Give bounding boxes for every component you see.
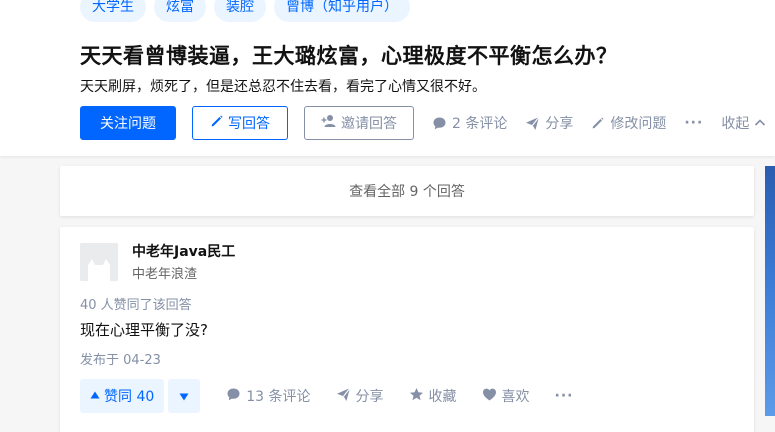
downvote-button[interactable] <box>168 379 201 413</box>
question-comments-label: 2 条评论 <box>452 116 508 132</box>
topic-tags: 大学生 炫富 装腔 曾博（知乎用户） <box>80 0 410 22</box>
triangle-down-icon <box>179 387 189 406</box>
follow-question-label: 关注问题 <box>100 116 156 132</box>
view-all-answers-label: 查看全部 9 个回答 <box>349 184 465 200</box>
triangle-up-icon <box>90 388 100 404</box>
edit-question-label: 修改问题 <box>610 116 667 132</box>
question-header: 大学生 炫富 装腔 曾博（知乎用户） 天天看曾博装逼，王大璐炫富，心理极度不平衡… <box>0 0 775 156</box>
follow-question-button[interactable]: 关注问题 <box>80 106 176 140</box>
answer-more-button[interactable]: ··· <box>555 388 574 404</box>
topic-tag[interactable]: 大学生 <box>80 0 146 22</box>
question-actions: 关注问题 写回答 邀请回答 2 条评论 分享 修改问题 ··· 收起 <box>80 106 766 140</box>
topic-tag[interactable]: 炫富 <box>154 0 206 22</box>
answer-actions: 赞同 40 13 条评论 分享 收藏 喜欢 ··· <box>80 379 574 413</box>
star-icon <box>409 387 424 406</box>
write-answer-label: 写回答 <box>228 116 270 132</box>
add-person-icon <box>321 114 337 132</box>
heart-icon <box>482 387 497 406</box>
question-detail: 天天刷屏，烦死了，但是还总忍不住去看，看完了心情又很不好。 <box>80 79 486 95</box>
like-button[interactable]: 喜欢 <box>482 386 530 406</box>
like-label: 喜欢 <box>501 389 530 405</box>
invite-answer-button[interactable]: 邀请回答 <box>304 106 414 140</box>
answer-comments-button[interactable]: 13 条评论 <box>226 386 311 406</box>
answer-share-button[interactable]: 分享 <box>336 386 384 406</box>
answer-card: 中老年Java民工 中老年浪渣 40 人赞同了该回答 现在心理平衡了没? 发布于… <box>60 227 754 432</box>
upvote-label: 赞同 40 <box>104 389 155 405</box>
answer-share-label: 分享 <box>355 389 384 405</box>
favorite-label: 收藏 <box>428 389 457 405</box>
avatar[interactable] <box>80 243 118 281</box>
share-icon <box>336 387 351 406</box>
sidebar-banner-image[interactable] <box>765 166 775 416</box>
author-bio: 中老年浪渣 <box>132 267 198 282</box>
question-share-label: 分享 <box>545 116 574 132</box>
answer-content: 现在心理平衡了没? <box>80 321 208 339</box>
edit-question-button[interactable]: 修改问题 <box>591 113 666 133</box>
share-icon <box>525 116 540 131</box>
more-icon: ··· <box>684 115 704 131</box>
question-comments-button[interactable]: 2 条评论 <box>432 113 507 133</box>
vote-count-info: 40 人赞同了该回答 <box>80 298 192 313</box>
question-share-button[interactable]: 分享 <box>525 113 573 133</box>
author-name[interactable]: 中老年Java民工 <box>132 241 235 261</box>
more-icon: ··· <box>554 388 574 404</box>
upvote-button[interactable]: 赞同 40 <box>80 379 165 413</box>
answer-comments-label: 13 条评论 <box>246 389 311 405</box>
comment-icon <box>432 116 447 131</box>
invite-answer-label: 邀请回答 <box>341 116 397 132</box>
question-title: 天天看曾博装逼，王大璐炫富，心理极度不平衡怎么办？ <box>80 44 618 68</box>
publish-time[interactable]: 发布于 04-23 <box>80 349 161 368</box>
favorite-button[interactable]: 收藏 <box>409 386 457 406</box>
collapse-button[interactable]: 收起 <box>721 113 766 133</box>
more-options-button[interactable]: ··· <box>684 115 703 131</box>
chevron-up-icon <box>754 117 766 129</box>
topic-tag[interactable]: 曾博（知乎用户） <box>274 0 410 22</box>
write-answer-button[interactable]: 写回答 <box>192 106 288 140</box>
comment-icon <box>226 387 241 406</box>
pencil-icon <box>210 114 224 132</box>
topic-tag[interactable]: 装腔 <box>214 0 266 22</box>
collapse-label: 收起 <box>721 116 750 132</box>
view-all-answers-button[interactable]: 查看全部 9 个回答 <box>60 166 754 216</box>
edit-icon <box>591 116 605 130</box>
